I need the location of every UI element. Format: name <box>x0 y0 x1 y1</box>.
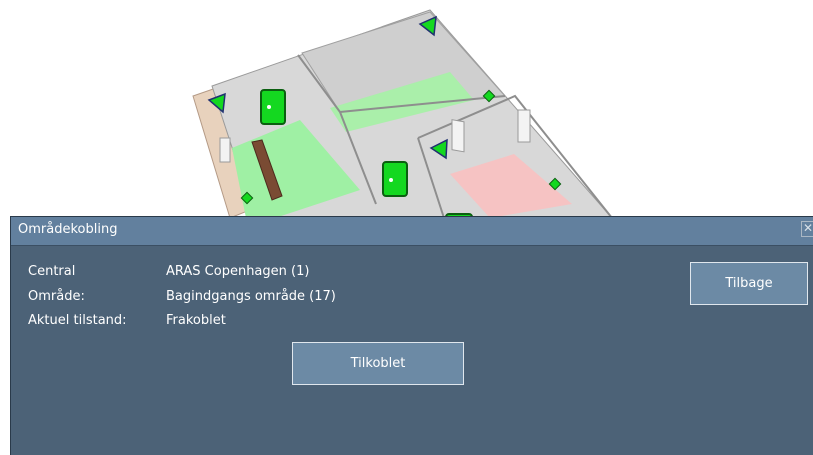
door-icon[interactable] <box>382 161 408 197</box>
area-connection-dialog: Områdekobling ✕ Central ARAS Copenhagen … <box>10 216 813 455</box>
dialog-title: Områdekobling <box>18 222 118 237</box>
central-value: ARAS Copenhagen (1) <box>166 264 310 279</box>
door-icon <box>389 178 393 182</box>
current-state-label: Aktuel tilstand: <box>28 313 127 328</box>
window <box>219 137 231 163</box>
dialog-titlebar: Områdekobling ✕ <box>11 217 813 246</box>
close-icon[interactable]: ✕ <box>801 221 813 237</box>
area-value: Bagindgangs område (17) <box>166 289 336 304</box>
back-button[interactable]: Tilbage <box>690 262 808 305</box>
window <box>517 109 531 143</box>
door-icon <box>267 105 271 109</box>
area-label: Område: <box>28 289 85 304</box>
central-label: Central <box>28 264 76 279</box>
floorplan-view <box>192 9 614 230</box>
window <box>451 119 465 153</box>
current-state-value: Frakoblet <box>166 313 226 328</box>
connect-button[interactable]: Tilkoblet <box>292 342 464 385</box>
door-icon[interactable] <box>260 89 286 125</box>
